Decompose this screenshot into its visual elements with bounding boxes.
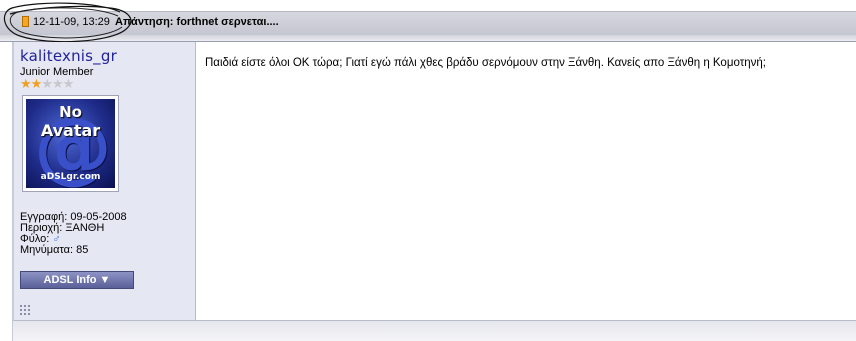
avatar-image: @ No Avatar aDSLgr.com xyxy=(26,99,115,188)
reputation-stars: ★★★★★ xyxy=(20,76,75,91)
post-message-text: Παιδιά είστε όλοι ΟΚ τώρα; Γιατί εγώ πάλ… xyxy=(205,57,766,69)
avatar-site-text: aDSLgr.com xyxy=(40,172,101,182)
grip-icon xyxy=(20,305,32,315)
avatar-text-line1: No xyxy=(59,103,82,121)
post-header-bar: 12-11-09, 13:29 Απάντηση: forthnet σερνε… xyxy=(0,0,856,43)
user-details: Εγγραφή: 09-05-2008 Περιοχή: ΞΑΝΘΗ Φύλο:… xyxy=(20,212,127,256)
star-empty-icon: ★ xyxy=(51,76,64,91)
avatar[interactable]: @ No Avatar aDSLgr.com xyxy=(22,95,119,192)
user-posts: Μηνύματα: 85 xyxy=(20,244,89,256)
star-empty-icon: ★ xyxy=(41,76,53,91)
star-empty-icon: ★ xyxy=(62,76,75,91)
post-message-area: Παιδιά είστε όλοι ΟΚ τώρα; Γιατί εγώ πάλ… xyxy=(196,42,856,320)
post-status-icon xyxy=(22,16,29,27)
avatar-text-line2: Avatar xyxy=(40,121,101,140)
star-filled-icon: ★ xyxy=(30,76,43,91)
post-date: 12-11-09, 13:29 xyxy=(33,16,110,28)
star-filled-icon: ★ xyxy=(20,76,32,91)
post-left-gutter xyxy=(0,42,13,341)
user-info-column: kalitexnis_gr Junior Member ★★★★★ @ No A… xyxy=(13,42,196,320)
adsl-info-button[interactable]: ADSL Info ▼ xyxy=(20,271,134,289)
post-title: Απάντηση: forthnet σερνεται.... xyxy=(115,16,279,28)
post-footer-bar xyxy=(13,320,856,341)
username-link[interactable]: kalitexnis_gr xyxy=(20,47,117,65)
